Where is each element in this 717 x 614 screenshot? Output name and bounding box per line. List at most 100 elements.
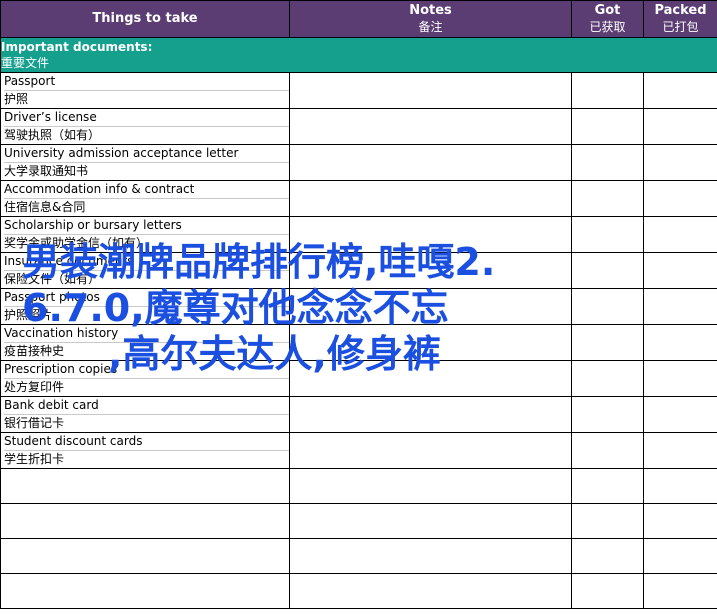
header-got[interactable]: Got 已获取 xyxy=(571,0,644,38)
item-cell[interactable]: Insurance documents 保险文件（如有） xyxy=(0,252,290,289)
table-row: Bank debit card 银行借记卡 xyxy=(0,396,717,433)
table-row xyxy=(0,573,717,609)
item-cell[interactable]: Passport 护照 xyxy=(0,72,290,109)
packed-cell[interactable] xyxy=(643,396,717,433)
item-cell[interactable]: University admission acceptance letter 大学… xyxy=(0,144,290,181)
item-label-en: Passport xyxy=(4,74,289,91)
got-cell[interactable] xyxy=(571,538,644,574)
item-cell[interactable] xyxy=(0,503,290,539)
item-label-zh: 大学录取通知书 xyxy=(4,164,89,178)
section-important-documents: Important documents: 重要文件 xyxy=(0,37,717,73)
packed-cell[interactable] xyxy=(643,288,717,325)
got-cell[interactable] xyxy=(571,216,644,253)
notes-cell[interactable] xyxy=(289,324,572,361)
notes-cell[interactable] xyxy=(289,288,572,325)
item-label-en: Insurance documents xyxy=(4,254,289,271)
packed-cell[interactable] xyxy=(643,216,717,253)
packed-cell[interactable] xyxy=(643,324,717,361)
item-label-zh: 奖学金或助学金信（如有） xyxy=(4,236,149,250)
got-cell[interactable] xyxy=(571,108,644,145)
item-cell[interactable]: Driver’s license 驾驶执照（如有） xyxy=(0,108,290,145)
item-cell[interactable]: Bank debit card 银行借记卡 xyxy=(0,396,290,433)
got-cell[interactable] xyxy=(571,396,644,433)
packed-cell[interactable] xyxy=(643,468,717,504)
table-row: Insurance documents 保险文件（如有） xyxy=(0,252,717,289)
item-label-zh: 护照照片 xyxy=(4,308,53,322)
table-row: Driver’s license 驾驶执照（如有） xyxy=(0,108,717,145)
got-cell[interactable] xyxy=(571,288,644,325)
got-cell[interactable] xyxy=(571,144,644,181)
got-cell[interactable] xyxy=(571,468,644,504)
packed-cell[interactable] xyxy=(643,180,717,217)
notes-cell[interactable] xyxy=(289,573,572,609)
packed-cell[interactable] xyxy=(643,252,717,289)
item-label-en: Accommodation info & contract xyxy=(4,182,289,199)
packed-cell[interactable] xyxy=(643,72,717,109)
notes-cell[interactable] xyxy=(289,538,572,574)
item-cell[interactable]: Passport photos 护照照片 xyxy=(0,288,290,325)
table-row: Scholarship or bursary letters 奖学金或助学金信（如… xyxy=(0,216,717,253)
item-label-zh: 处方复印件 xyxy=(4,380,65,394)
notes-cell[interactable] xyxy=(289,108,572,145)
packed-cell[interactable] xyxy=(643,108,717,145)
notes-cell[interactable] xyxy=(289,468,572,504)
header-row: Things to take Notes 备注 Got 已获取 Packed 已打包 xyxy=(0,0,717,38)
packed-cell[interactable] xyxy=(643,503,717,539)
section-title[interactable]: Important documents: 重要文件 xyxy=(0,37,717,73)
item-label-en: Passport photos xyxy=(4,290,289,307)
got-cell[interactable] xyxy=(571,503,644,539)
table-row: Prescription copies 处方复印件 xyxy=(0,360,717,397)
packed-cell[interactable] xyxy=(643,538,717,574)
notes-cell[interactable] xyxy=(289,432,572,469)
item-cell[interactable]: Vaccination history 疫苗接种史 xyxy=(0,324,290,361)
notes-cell[interactable] xyxy=(289,180,572,217)
notes-cell[interactable] xyxy=(289,72,572,109)
item-label-zh: 住宿信息&合同 xyxy=(4,200,86,214)
got-cell[interactable] xyxy=(571,72,644,109)
table-row xyxy=(0,503,717,539)
notes-cell[interactable] xyxy=(289,216,572,253)
item-label-zh: 驾驶执照（如有） xyxy=(4,128,101,142)
notes-cell[interactable] xyxy=(289,252,572,289)
item-cell[interactable]: Student discount cards 学生折扣卡 xyxy=(0,432,290,469)
table-row: Passport 护照 xyxy=(0,72,717,109)
got-cell[interactable] xyxy=(571,573,644,609)
packed-cell[interactable] xyxy=(643,144,717,181)
item-cell[interactable]: Scholarship or bursary letters 奖学金或助学金信（如… xyxy=(0,216,290,253)
packed-cell[interactable] xyxy=(643,573,717,609)
table-row: Passport photos 护照照片 xyxy=(0,288,717,325)
table-row: Accommodation info & contract 住宿信息&合同 xyxy=(0,180,717,217)
item-label-en: Scholarship or bursary letters xyxy=(4,218,289,235)
item-cell[interactable] xyxy=(0,573,290,609)
header-things[interactable]: Things to take xyxy=(0,0,290,38)
item-label-en: University admission acceptance letter xyxy=(4,146,289,163)
got-cell[interactable] xyxy=(571,360,644,397)
item-label-zh: 学生折扣卡 xyxy=(4,452,65,466)
notes-cell[interactable] xyxy=(289,503,572,539)
item-label-en: Driver’s license xyxy=(4,110,289,127)
got-cell[interactable] xyxy=(571,324,644,361)
item-label-zh: 疫苗接种史 xyxy=(4,344,65,358)
got-cell[interactable] xyxy=(571,252,644,289)
item-cell[interactable] xyxy=(0,538,290,574)
notes-cell[interactable] xyxy=(289,360,572,397)
item-label-zh: 保险文件（如有） xyxy=(4,272,101,286)
got-cell[interactable] xyxy=(571,180,644,217)
notes-cell[interactable] xyxy=(289,144,572,181)
notes-cell[interactable] xyxy=(289,396,572,433)
item-label-en: Vaccination history xyxy=(4,326,289,343)
item-label-en: Student discount cards xyxy=(4,434,289,451)
packing-checklist-table: Things to take Notes 备注 Got 已获取 Packed 已打包 … xyxy=(0,0,717,609)
item-cell[interactable]: Accommodation info & contract 住宿信息&合同 xyxy=(0,180,290,217)
item-label-en: Bank debit card xyxy=(4,398,289,415)
header-packed[interactable]: Packed 已打包 xyxy=(643,0,717,38)
got-cell[interactable] xyxy=(571,432,644,469)
item-label-zh: 护照 xyxy=(4,92,29,106)
item-cell[interactable] xyxy=(0,468,290,504)
packed-cell[interactable] xyxy=(643,360,717,397)
table-row: Vaccination history 疫苗接种史 xyxy=(0,324,717,361)
item-cell[interactable]: Prescription copies 处方复印件 xyxy=(0,360,290,397)
table-row xyxy=(0,538,717,574)
packed-cell[interactable] xyxy=(643,432,717,469)
header-notes[interactable]: Notes 备注 xyxy=(289,0,572,38)
